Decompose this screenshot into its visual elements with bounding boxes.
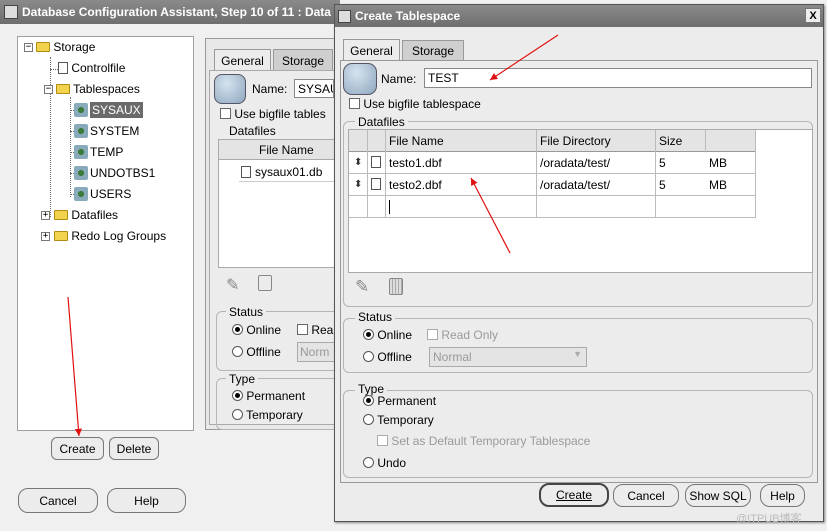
- arrow-to-create: [67, 296, 83, 437]
- arrow-to-datafiles: [470, 177, 511, 254]
- annotation-arrows: [67, 34, 559, 437]
- watermark: @ITPUB博客: [736, 513, 802, 525]
- arrow-to-name: [489, 34, 559, 81]
